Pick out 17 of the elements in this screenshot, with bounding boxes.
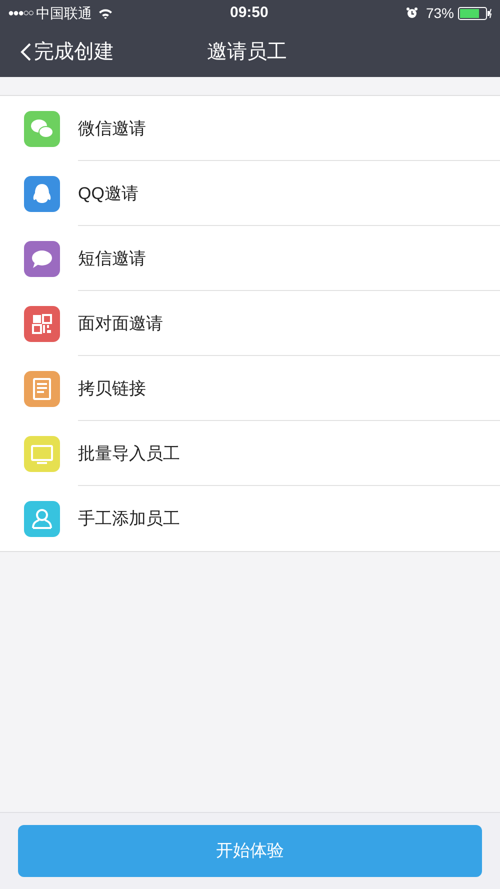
- back-button[interactable]: 完成创建: [20, 36, 114, 66]
- alarm-clock-icon: [406, 7, 418, 19]
- page-title: 邀请员工: [207, 40, 287, 64]
- carrier-name: 中国联通: [36, 4, 92, 22]
- menu-item[interactable]: 手工添加员工: [0, 486, 500, 551]
- status-time: 09:50: [230, 2, 268, 23]
- menu-item[interactable]: QQ邀请: [0, 161, 500, 226]
- signal-strength: ●●●○○: [8, 6, 34, 20]
- wifi-icon: [98, 8, 114, 18]
- chevron-left-icon: [20, 42, 32, 62]
- battery-icon: [458, 6, 492, 20]
- menu-item[interactable]: 面对面邀请: [0, 291, 500, 356]
- menu-item[interactable]: 短信邀请: [0, 226, 500, 291]
- battery-percent: 73%: [426, 4, 454, 22]
- menu-item[interactable]: 批量导入员工: [0, 421, 500, 486]
- menu-item[interactable]: 拷贝链接: [0, 356, 500, 421]
- menu-item[interactable]: 微信邀请: [0, 96, 500, 161]
